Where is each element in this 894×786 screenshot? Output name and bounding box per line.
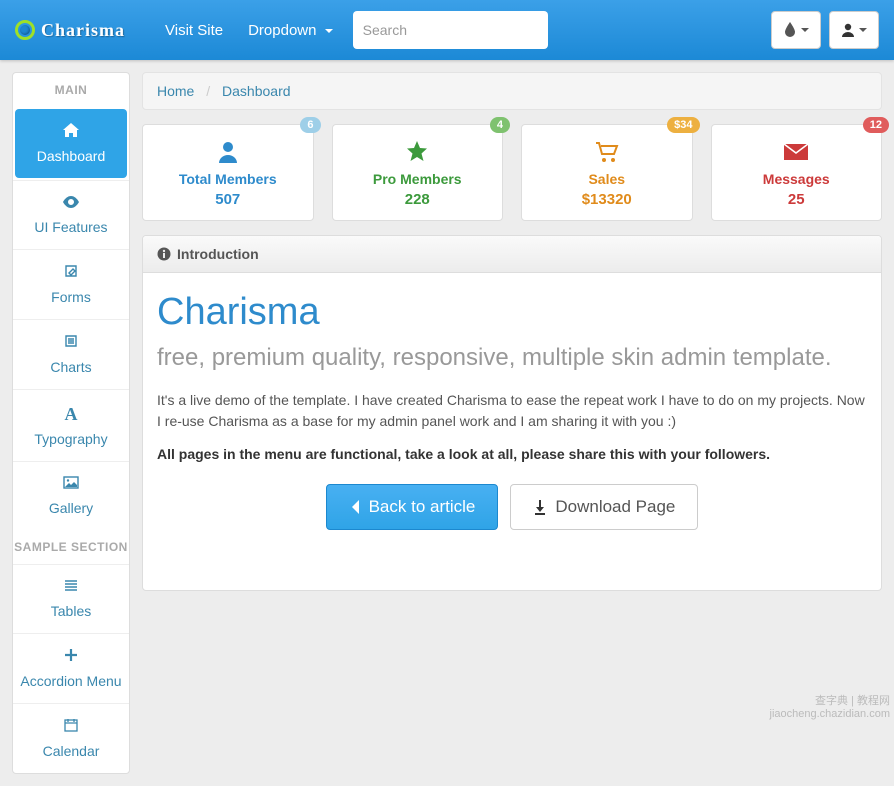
chevron-down-icon bbox=[325, 29, 333, 33]
stat-badge: 6 bbox=[300, 117, 320, 133]
picture-icon bbox=[63, 476, 79, 494]
sidebar-header-main: MAIN bbox=[13, 73, 129, 107]
intro-panel: Introduction Charisma free, premium qual… bbox=[142, 235, 882, 591]
stat-messages[interactable]: 12 Messages 25 bbox=[711, 124, 883, 221]
sidebar-item-typography[interactable]: A Typography bbox=[13, 389, 129, 461]
dropdown-label: Dropdown bbox=[248, 22, 316, 39]
info-icon bbox=[157, 247, 171, 261]
sidebar-item-ui[interactable]: UI Features bbox=[13, 180, 129, 249]
stat-members[interactable]: 6 Total Members 507 bbox=[142, 124, 314, 221]
watermark-line1: 查字典 | 教程网 bbox=[770, 695, 890, 708]
chevron-left-icon bbox=[349, 499, 361, 515]
stat-badge: 4 bbox=[490, 117, 510, 133]
user-icon bbox=[143, 139, 313, 165]
sidebar-label: Gallery bbox=[49, 500, 93, 516]
intro-panel-head: Introduction bbox=[143, 236, 881, 273]
font-icon: A bbox=[65, 404, 78, 425]
list-icon bbox=[64, 334, 78, 353]
stat-pro[interactable]: 4 Pro Members 228 bbox=[332, 124, 504, 221]
stat-sales[interactable]: $34 Sales $13320 bbox=[521, 124, 693, 221]
visit-site-link[interactable]: Visit Site bbox=[165, 22, 223, 39]
main-area: MAIN Dashboard UI Features Forms Charts … bbox=[0, 60, 894, 786]
breadcrumb-home[interactable]: Home bbox=[157, 83, 194, 99]
dropdown-link[interactable]: Dropdown bbox=[248, 22, 333, 39]
cart-icon bbox=[522, 139, 692, 165]
nav-links: Visit Site Dropdown bbox=[165, 22, 333, 39]
back-to-article-button[interactable]: Back to article bbox=[326, 484, 499, 530]
stat-value: 228 bbox=[333, 191, 503, 208]
sidebar-label: Calendar bbox=[43, 743, 100, 759]
download-page-button[interactable]: Download Page bbox=[510, 484, 698, 530]
sidebar-item-calendar[interactable]: Calendar bbox=[13, 703, 129, 773]
sidebar-item-gallery[interactable]: Gallery bbox=[13, 461, 129, 530]
sidebar-header-sample: SAMPLE SECTION bbox=[13, 530, 129, 564]
sidebar-item-accordion[interactable]: Accordion Menu bbox=[13, 633, 129, 703]
download-icon bbox=[533, 499, 547, 515]
sidebar-label: Accordion Menu bbox=[20, 673, 121, 689]
button-label: Back to article bbox=[369, 497, 476, 517]
breadcrumb-current[interactable]: Dashboard bbox=[222, 83, 291, 99]
logo-icon bbox=[15, 20, 35, 40]
theme-button[interactable] bbox=[771, 11, 821, 49]
stats-row: 6 Total Members 507 4 Pro Members 228 $3… bbox=[142, 124, 882, 221]
button-label: Download Page bbox=[555, 497, 675, 517]
envelope-icon bbox=[712, 139, 882, 165]
panel-title: Introduction bbox=[177, 246, 259, 262]
sidebar-item-forms[interactable]: Forms bbox=[13, 249, 129, 319]
user-icon bbox=[841, 22, 855, 38]
user-button[interactable] bbox=[829, 11, 879, 49]
hero-subtitle: free, premium quality, responsive, multi… bbox=[157, 344, 867, 372]
navbar-right bbox=[771, 11, 879, 49]
sidebar: MAIN Dashboard UI Features Forms Charts … bbox=[12, 72, 130, 774]
sidebar-label: Typography bbox=[34, 431, 107, 447]
content: Home / Dashboard 6 Total Members 507 4 P… bbox=[142, 72, 882, 774]
stat-title: Total Members bbox=[143, 171, 313, 187]
sidebar-label: Forms bbox=[51, 289, 91, 305]
breadcrumb: Home / Dashboard bbox=[142, 72, 882, 110]
logo-text: Charisma bbox=[41, 20, 125, 41]
edit-icon bbox=[64, 264, 78, 283]
search-input[interactable] bbox=[363, 22, 538, 38]
star-icon bbox=[333, 139, 503, 165]
sidebar-item-tables[interactable]: Tables bbox=[13, 564, 129, 633]
sidebar-item-dashboard[interactable]: Dashboard bbox=[15, 109, 127, 178]
align-icon bbox=[64, 579, 78, 597]
hero-title: Charisma bbox=[157, 291, 867, 334]
sidebar-item-charts[interactable]: Charts bbox=[13, 319, 129, 389]
button-row: Back to article Download Page bbox=[157, 484, 867, 530]
stat-title: Messages bbox=[712, 171, 882, 187]
watermark-line2: jiaocheng.chazidian.com bbox=[770, 708, 890, 721]
home-icon bbox=[63, 123, 79, 142]
intro-panel-body: Charisma free, premium quality, responsi… bbox=[143, 273, 881, 590]
stat-badge: 12 bbox=[863, 117, 889, 133]
stat-value: 507 bbox=[143, 191, 313, 208]
hero-bold: All pages in the menu are functional, ta… bbox=[157, 446, 867, 462]
search-box bbox=[353, 11, 548, 49]
logo[interactable]: Charisma bbox=[15, 20, 125, 41]
stat-value: 25 bbox=[712, 191, 882, 208]
sidebar-label: Tables bbox=[51, 603, 91, 619]
breadcrumb-sep: / bbox=[206, 83, 210, 99]
stat-badge: $34 bbox=[667, 117, 699, 133]
tint-icon bbox=[783, 22, 797, 38]
stat-title: Sales bbox=[522, 171, 692, 187]
stat-value: $13320 bbox=[522, 191, 692, 208]
plus-icon bbox=[64, 648, 78, 667]
sidebar-label: Dashboard bbox=[37, 148, 106, 164]
watermark: 查字典 | 教程网 jiaocheng.chazidian.com bbox=[770, 695, 890, 721]
top-navbar: Charisma Visit Site Dropdown bbox=[0, 0, 894, 60]
sidebar-label: UI Features bbox=[34, 219, 107, 235]
calendar-icon bbox=[64, 718, 78, 737]
chevron-down-icon bbox=[801, 28, 809, 32]
stat-title: Pro Members bbox=[333, 171, 503, 187]
eye-icon bbox=[62, 195, 80, 213]
sidebar-label: Charts bbox=[50, 359, 91, 375]
hero-text: It's a live demo of the template. I have… bbox=[157, 390, 867, 432]
chevron-down-icon bbox=[859, 28, 867, 32]
